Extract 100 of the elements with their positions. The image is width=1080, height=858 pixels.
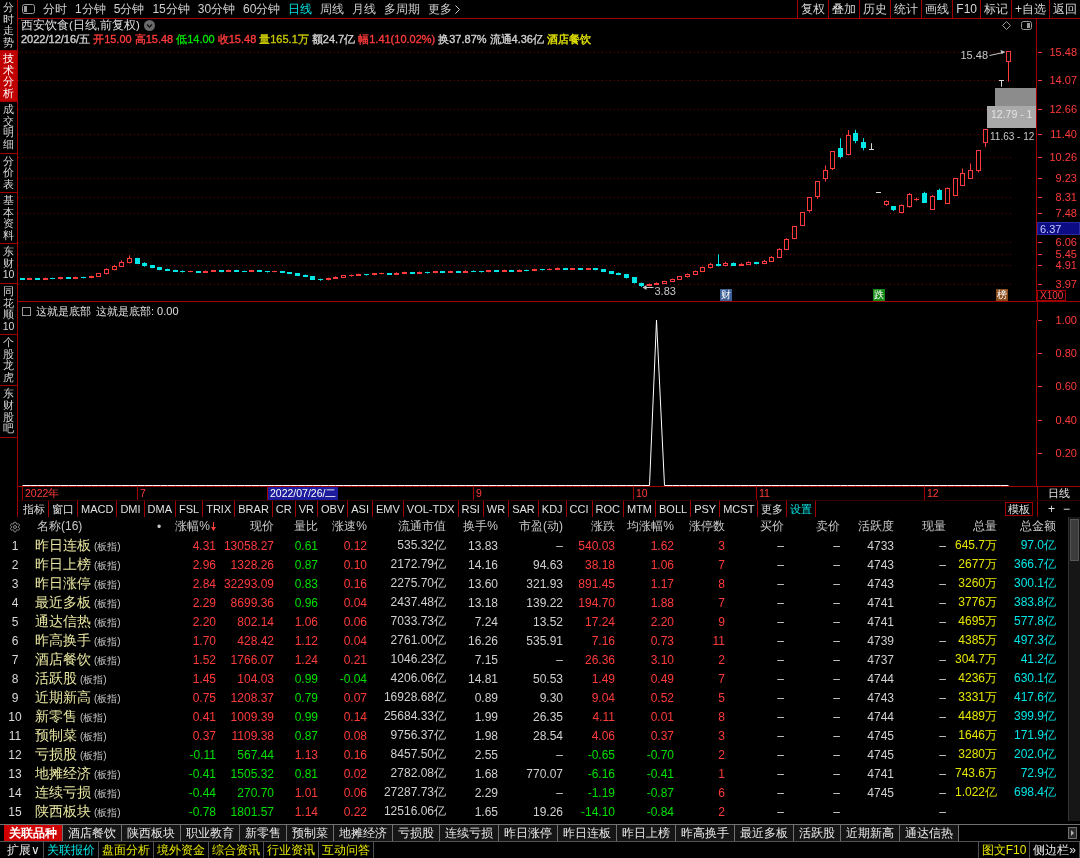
indicator-tab[interactable]: WR (483, 501, 510, 517)
period-tab[interactable]: 周线 (316, 0, 349, 18)
period-tab[interactable]: 5分钟 (109, 0, 149, 18)
settings-tab[interactable]: 设置 (787, 501, 817, 517)
panel-toggle-icon[interactable] (1021, 21, 1032, 30)
sidebar-tab[interactable]: 基本资料 (0, 193, 17, 245)
indicator-tab[interactable]: ASI (348, 501, 373, 517)
bottom-tab[interactable]: 最近多板 (735, 825, 794, 841)
period-tab[interactable]: 日线 (284, 0, 317, 18)
indicator-tab[interactable]: PSY (691, 501, 721, 517)
sidebar-tab[interactable]: 分时走势 (0, 0, 17, 52)
bottom-tab[interactable]: 连续亏损 (440, 825, 499, 841)
column-header[interactable]: 总量 (948, 517, 999, 536)
toolbar-button[interactable]: 画线 (921, 0, 953, 18)
panel-toggle-icon[interactable] (22, 4, 35, 14)
indicator-tab[interactable]: 指标 (20, 501, 49, 517)
bottom-tab[interactable]: 职业教育 (181, 825, 240, 841)
sidebar-toggle-button[interactable]: 侧边栏» (1030, 842, 1080, 858)
bottom-tab[interactable]: 酒店餐饮 (63, 825, 122, 841)
bottom-tab[interactable]: 昨日连板 (558, 825, 617, 841)
period-tab[interactable]: 1分钟 (71, 0, 110, 18)
period-tab[interactable]: 30分钟 (193, 0, 240, 18)
column-header[interactable]: 现量 (896, 517, 948, 536)
sidebar-tab[interactable]: 技术分析 (0, 51, 17, 103)
indicator-tab[interactable]: KDJ (538, 501, 567, 517)
diamond-icon[interactable] (1002, 21, 1011, 30)
toolbar-button[interactable]: 标记 (980, 0, 1011, 18)
bottom-tab[interactable]: 昨日涨停 (499, 825, 558, 841)
expand-button[interactable]: 扩展∨ (4, 842, 44, 858)
status-tab[interactable]: 境外资金 (153, 842, 209, 858)
indicator-tab[interactable]: RSI (458, 501, 484, 517)
column-header[interactable]: 现价 (218, 517, 276, 536)
sector-name[interactable]: 通达信热 (35, 612, 91, 631)
indicator-tab[interactable]: MCST (720, 501, 759, 517)
status-tab[interactable]: 综合资讯 (208, 842, 264, 858)
column-header[interactable]: 活跃度 (842, 517, 896, 536)
period-tab[interactable]: 分时 (39, 0, 71, 18)
period-tab[interactable]: 60分钟 (239, 0, 285, 18)
sidebar-tab[interactable]: 东财10 (0, 244, 17, 285)
column-header[interactable]: 涨停数 (676, 517, 727, 536)
scrollbar-thumb[interactable] (1070, 519, 1079, 561)
sector-name[interactable]: 预制菜 (35, 726, 77, 745)
status-tab[interactable]: 互动问答 (318, 842, 374, 858)
indicator-tab[interactable]: MACD (78, 501, 118, 517)
period-tab[interactable]: 月线 (348, 0, 381, 18)
square-icon[interactable] (22, 306, 31, 316)
indicator-tab[interactable]: DMI (117, 501, 145, 517)
toolbar-button[interactable]: 历史 (859, 0, 891, 18)
column-header[interactable]: 卖价 (786, 517, 842, 536)
period-tab[interactable]: 多周期 (380, 0, 425, 18)
scroll-arrow-icon[interactable] (1068, 827, 1077, 839)
toolbar-button[interactable]: +自选 (1011, 0, 1049, 18)
bottom-tab[interactable]: 地摊经济 (334, 825, 393, 841)
sidebar-tab[interactable]: 分价表 (0, 153, 17, 194)
sidebar-tab[interactable]: 同花顺10 (0, 284, 17, 336)
column-header[interactable]: 涨速% (320, 517, 369, 536)
scrollbar[interactable] (1068, 517, 1080, 821)
indicator-tab[interactable]: OBV (318, 501, 349, 517)
indicator-tab[interactable]: VOL-TDX (403, 501, 459, 517)
sector-name[interactable]: 昨日上榜 (35, 555, 91, 574)
status-tab[interactable]: 关联报价 (43, 842, 99, 858)
indicator-tab[interactable]: MTM (624, 501, 657, 517)
event-marker[interactable]: 榜 (995, 289, 1008, 301)
column-header[interactable]: 总金额 (999, 517, 1058, 536)
sector-name[interactable]: 昨日涨停 (35, 574, 91, 593)
column-header[interactable]: 流通市值 (369, 517, 448, 536)
column-header[interactable]: • (150, 517, 170, 536)
indicator-tab[interactable]: ROC (592, 501, 624, 517)
indicator-tab[interactable]: BOLL (656, 501, 692, 517)
toolbar-button[interactable]: F10 (952, 0, 980, 18)
sector-name[interactable]: 新零售 (35, 707, 77, 726)
indicator-tab[interactable]: SAR (509, 501, 539, 517)
period-tab[interactable]: 15分钟 (148, 0, 194, 18)
dropdown-icon[interactable] (143, 20, 155, 31)
status-tab[interactable]: 行业资讯 (263, 842, 319, 858)
toolbar-button[interactable]: 返回 (1049, 0, 1080, 18)
settings-icon[interactable] (9, 520, 21, 533)
more-tab[interactable]: 更多 (424, 0, 465, 18)
sector-name[interactable]: 最近多板 (35, 593, 91, 612)
indicator-tab[interactable]: TRIX (203, 501, 236, 517)
indicator-tab[interactable]: 窗口 (49, 501, 78, 517)
sector-name[interactable]: 陕西板块 (35, 802, 91, 821)
indicator-tab[interactable]: EMV (372, 501, 404, 517)
indicator-tab[interactable]: FSL (176, 501, 204, 517)
template-button[interactable]: 模板 (1005, 502, 1033, 516)
indicator-tab[interactable]: CCI (566, 501, 593, 517)
sector-name[interactable]: 昨高换手 (35, 631, 91, 650)
status-tab[interactable]: 盘面分析 (98, 842, 154, 858)
bottom-tab[interactable]: 亏损股 (393, 825, 440, 841)
bottom-tab[interactable]: 陕西板块 (122, 825, 181, 841)
bottom-tab[interactable]: 活跃股 (794, 825, 841, 841)
toolbar-button[interactable]: 统计 (890, 0, 922, 18)
column-header[interactable]: 市盈(动) (500, 517, 565, 536)
sidebar-tab[interactable]: 东财股吧 (0, 386, 17, 438)
f10-button[interactable]: 图文F10 (977, 842, 1031, 858)
indicator-tab[interactable]: 更多 (758, 501, 788, 517)
sidebar-tab[interactable]: 成交明细 (0, 102, 17, 154)
bottom-tab[interactable]: 昨高换手 (676, 825, 735, 841)
column-header[interactable]: 名称(16) (30, 517, 150, 536)
indicator-tab[interactable]: DMA (144, 501, 176, 517)
